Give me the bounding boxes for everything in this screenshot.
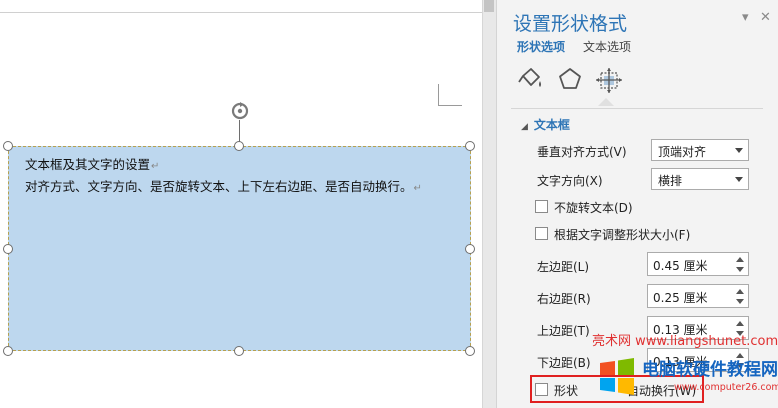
text-direction-label: 文字方向(X) xyxy=(537,174,603,188)
vertical-align-label: 垂直对齐方式(V) xyxy=(537,145,627,159)
collapse-triangle-icon: ◢ xyxy=(521,122,528,132)
resize-shape-checkbox[interactable] xyxy=(535,227,548,240)
left-margin-label: 左边距(L) xyxy=(537,260,590,274)
vertical-scrollbar[interactable] xyxy=(482,0,496,408)
text-direction-dropdown[interactable]: 横排 xyxy=(651,168,749,190)
section-header-textbox[interactable]: ◢ 文本框 xyxy=(521,116,570,133)
left-margin-value: 0.45 厘米 xyxy=(653,259,708,273)
chevron-down-icon xyxy=(735,148,743,153)
page-top-edge xyxy=(0,12,482,13)
section-title-text: 文本框 xyxy=(533,118,570,132)
right-margin-stepper[interactable]: 0.25 厘米 xyxy=(647,284,749,308)
margin-corner-mark xyxy=(438,84,462,106)
textbox-line-2: 对齐方式、文字方向、是否旋转文本、上下左右边距、是否自动换行。↵ xyxy=(25,179,422,194)
document-canvas[interactable]: 文本框及其文字的设置↵ 对齐方式、文字方向、是否旋转文本、上下左右边距、是否自动… xyxy=(0,0,482,408)
fill-line-icon[interactable] xyxy=(515,64,547,96)
spin-up-icon[interactable] xyxy=(736,289,744,294)
right-margin-value: 0.25 厘米 xyxy=(653,291,708,305)
spin-down-icon[interactable] xyxy=(736,299,744,304)
rotation-handle-icon[interactable] xyxy=(229,100,251,122)
pane-divider xyxy=(511,108,763,109)
pane-title: 设置形状格式 xyxy=(513,13,628,35)
resize-handle-right[interactable] xyxy=(465,244,475,254)
scrollbar-thumb[interactable] xyxy=(484,0,494,12)
resize-shape-label: 根据文字调整形状大小(F) xyxy=(554,228,691,242)
resize-handle-top[interactable] xyxy=(234,141,244,151)
resize-handle-top-right[interactable] xyxy=(465,141,475,151)
no-rotate-checkbox[interactable] xyxy=(535,200,548,213)
active-icon-indicator xyxy=(598,98,614,106)
top-margin-label: 上边距(T) xyxy=(537,324,590,338)
tab-shape-options[interactable]: 形状选项 xyxy=(517,38,565,55)
watermark-url: www.computer26.com xyxy=(674,382,778,393)
resize-handle-left[interactable] xyxy=(3,244,13,254)
windows-logo-icon xyxy=(600,358,634,395)
textbox-content[interactable]: 文本框及其文字的设置↵ 对齐方式、文字方向、是否旋转文本、上下左右边距、是否自动… xyxy=(25,155,465,199)
text-direction-value: 横排 xyxy=(658,174,683,188)
spin-down-icon[interactable] xyxy=(736,267,744,272)
bottom-margin-label: 下边距(B) xyxy=(537,356,591,370)
left-margin-stepper[interactable]: 0.45 厘米 xyxy=(647,252,749,276)
vertical-align-dropdown[interactable]: 顶端对齐 xyxy=(651,139,749,161)
resize-handle-bottom[interactable] xyxy=(234,346,244,356)
watermark-site-name: 电脑软硬件教程网 xyxy=(642,360,778,380)
paragraph-mark-icon: ↵ xyxy=(151,161,160,172)
resize-handle-top-left[interactable] xyxy=(3,141,13,151)
textbox-shape[interactable]: 文本框及其文字的设置↵ 对齐方式、文字方向、是否旋转文本、上下左右边距、是否自动… xyxy=(8,146,471,351)
layout-properties-icon[interactable] xyxy=(593,64,625,96)
tab-text-options[interactable]: 文本选项 xyxy=(583,38,631,55)
spin-up-icon[interactable] xyxy=(736,257,744,262)
textbox-line-1: 文本框及其文字的设置↵ xyxy=(25,157,160,172)
resize-handle-bottom-left[interactable] xyxy=(3,346,13,356)
pane-options-icon[interactable]: ▾ xyxy=(742,10,749,25)
right-margin-label: 右边距(R) xyxy=(537,292,591,306)
paragraph-mark-icon: ↵ xyxy=(413,183,422,194)
vertical-align-value: 顶端对齐 xyxy=(658,145,707,159)
resize-handle-bottom-right[interactable] xyxy=(465,346,475,356)
watermark-brand: 亮术网 www.liangshunet.com xyxy=(592,334,778,349)
no-rotate-label: 不旋转文本(D) xyxy=(554,201,633,215)
close-icon[interactable]: ✕ xyxy=(760,10,771,25)
spin-up-icon[interactable] xyxy=(736,321,744,326)
effects-pentagon-icon[interactable] xyxy=(554,64,586,96)
chevron-down-icon xyxy=(735,177,743,182)
